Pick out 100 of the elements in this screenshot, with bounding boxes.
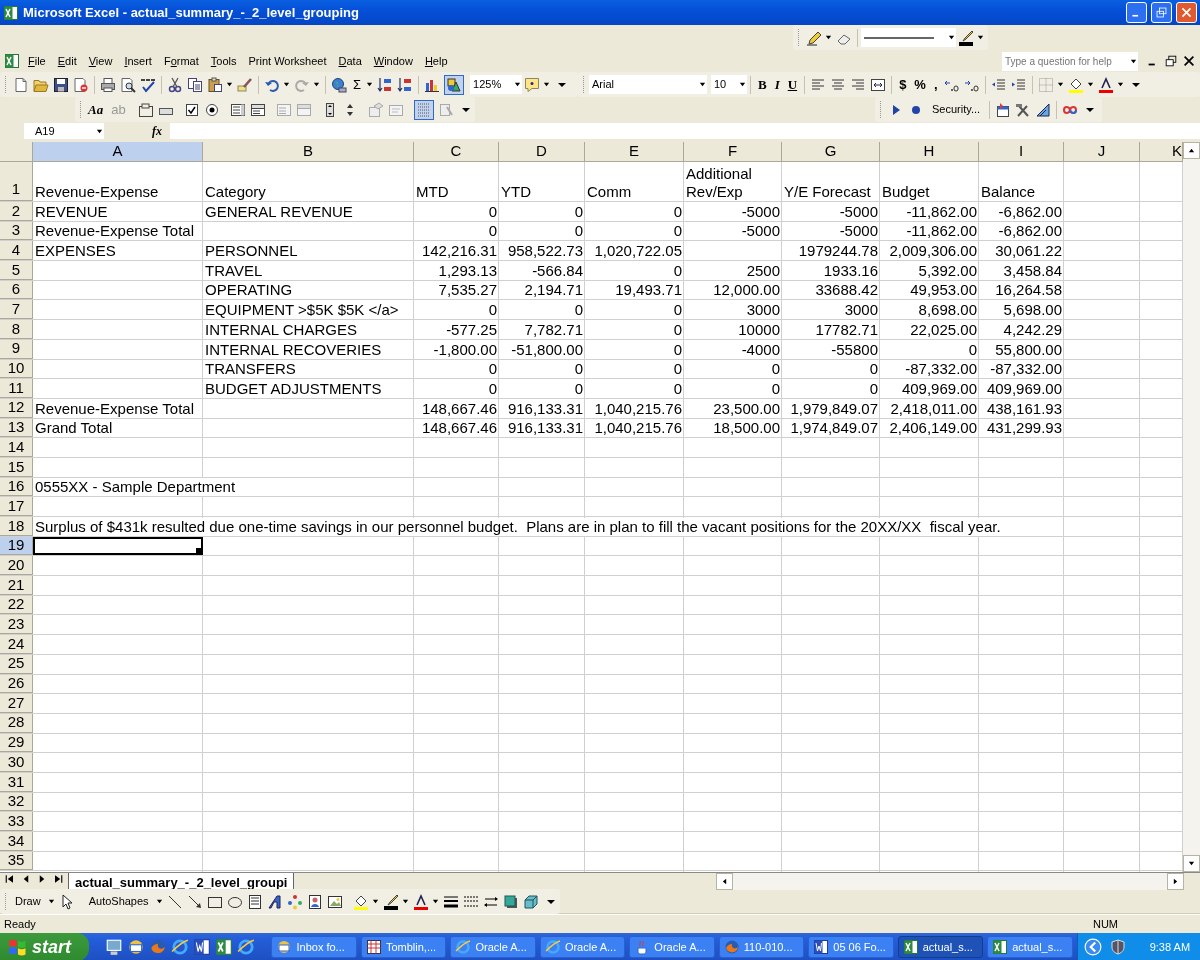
menu-item[interactable]: Tools (204, 52, 243, 70)
caret-icon[interactable] (543, 81, 551, 88)
caret-icon[interactable] (283, 81, 290, 88)
merge-cells-icon[interactable] (870, 76, 887, 93)
taskbar-button[interactable]: 110-010... (718, 936, 805, 958)
row-header[interactable]: 18 (0, 517, 33, 536)
picture-icon[interactable] (326, 893, 343, 910)
menu-item[interactable]: Window (367, 52, 419, 70)
paste-icon[interactable] (207, 76, 223, 93)
shadow-icon[interactable] (502, 893, 519, 910)
fill-color-icon[interactable] (1067, 76, 1084, 93)
clip-art-icon[interactable] (306, 893, 323, 910)
row-header[interactable]: 23 (0, 615, 33, 635)
caret-icon[interactable] (1056, 81, 1064, 88)
row-header[interactable]: 5 (0, 261, 33, 280)
menu-item[interactable]: Help (418, 52, 454, 70)
row-header[interactable]: 2 (0, 202, 33, 221)
sort-ascending-icon[interactable] (377, 76, 394, 93)
caret-icon[interactable] (371, 898, 379, 905)
caret-icon[interactable] (47, 898, 55, 905)
insert-function-button[interactable]: fx (152, 122, 162, 140)
caret-icon[interactable] (366, 81, 374, 88)
line-color-icon[interactable] (382, 893, 399, 910)
first-sheet-button[interactable] (4, 873, 16, 885)
row-header[interactable]: 7 (0, 300, 33, 320)
row-header[interactable]: 17 (0, 497, 33, 516)
menu-item[interactable]: Insert (118, 52, 158, 70)
column-header[interactable]: C (414, 142, 499, 162)
column-header[interactable]: B (203, 142, 414, 162)
autoshapes-menu-button[interactable]: AutoShapes (82, 893, 155, 910)
text-box-icon[interactable] (246, 893, 263, 910)
line-style-dropdown[interactable] (861, 28, 956, 47)
workbook-icon[interactable] (4, 53, 20, 69)
caret-icon[interactable] (1130, 57, 1137, 65)
taskbar-button[interactable]: actual_s... (987, 936, 1073, 958)
menu-item[interactable]: Format (157, 52, 205, 70)
caret-icon[interactable] (226, 81, 233, 88)
column-header[interactable]: J (1064, 142, 1140, 162)
start-button[interactable]: start (0, 933, 90, 960)
caret-icon[interactable] (977, 34, 984, 41)
row-header[interactable]: 11 (0, 379, 33, 398)
spelling-icon[interactable] (140, 76, 156, 93)
formula-field[interactable] (170, 123, 1200, 139)
increase-indent-icon[interactable] (1010, 76, 1027, 93)
browser-icon[interactable] (171, 938, 190, 956)
draw-menu-button[interactable]: Draw (9, 893, 47, 910)
save-icon[interactable] (53, 76, 69, 93)
show-desktop-icon[interactable] (105, 938, 124, 956)
cut-icon[interactable] (167, 76, 183, 93)
line-style-icon[interactable] (442, 893, 459, 910)
font-name-dropdown[interactable]: Arial (589, 75, 707, 94)
document-close-button[interactable] (1182, 54, 1196, 68)
column-header[interactable]: K (1140, 142, 1183, 162)
row-header[interactable]: 30 (0, 753, 33, 772)
group-box-icon[interactable] (137, 101, 154, 118)
caret-icon[interactable] (1116, 81, 1124, 88)
taskbar-button[interactable]: actual_s... (897, 936, 984, 958)
font-color-icon[interactable] (412, 893, 429, 910)
hyperlink-icon[interactable] (331, 76, 347, 93)
fill-color-icon[interactable] (352, 893, 369, 910)
line-icon[interactable] (166, 893, 183, 910)
column-header[interactable]: H (880, 142, 979, 162)
comma-style-button[interactable]: , (929, 74, 942, 95)
label-tool-button[interactable]: Aa (84, 99, 108, 120)
taskbar-button[interactable]: Oracle A... (539, 936, 626, 958)
dash-style-icon[interactable] (462, 893, 479, 910)
format-painter-icon[interactable] (237, 76, 253, 93)
help-icon[interactable] (524, 76, 541, 93)
caret-icon[interactable] (1086, 81, 1094, 88)
decrease-indent-icon[interactable] (990, 76, 1007, 93)
print-preview-icon[interactable] (120, 76, 136, 93)
row-header[interactable]: 14 (0, 438, 33, 457)
wordart-icon[interactable] (266, 893, 283, 910)
selected-cell[interactable] (33, 536, 203, 556)
column-header[interactable]: G (782, 142, 880, 162)
copy-icon[interactable] (187, 76, 203, 93)
line-color-icon[interactable] (958, 29, 974, 46)
font-size-dropdown[interactable]: 10 (711, 75, 747, 94)
menu-item[interactable]: Print Worksheet (242, 52, 333, 70)
row-header[interactable]: 1 (0, 162, 33, 201)
shield-icon[interactable] (1109, 939, 1126, 955)
row-header[interactable]: 33 (0, 812, 33, 831)
checkbox-icon[interactable] (183, 101, 200, 118)
3d-box-icon[interactable] (522, 893, 539, 910)
security-button[interactable]: Security... (926, 101, 987, 118)
taskbar-button[interactable]: 05 06 Fo... (808, 936, 894, 958)
control-toolbox-icon[interactable] (995, 101, 1012, 118)
arrow-icon[interactable] (186, 893, 203, 910)
diagram-icon[interactable] (286, 893, 303, 910)
caret-icon[interactable] (155, 898, 163, 905)
percent-button[interactable]: % (910, 74, 930, 95)
sort-descending-icon[interactable] (397, 76, 414, 93)
currency-button[interactable]: $ (895, 74, 911, 95)
taskbar-button[interactable]: Oracle A... (450, 936, 536, 958)
caret-icon[interactable] (431, 898, 439, 905)
horizontal-scrollbar[interactable] (716, 873, 1184, 890)
list-box-icon[interactable] (229, 101, 246, 118)
browser-icon[interactable] (237, 938, 256, 956)
scroll-right-button[interactable] (1167, 873, 1184, 890)
row-header[interactable]: 4 (0, 241, 33, 261)
